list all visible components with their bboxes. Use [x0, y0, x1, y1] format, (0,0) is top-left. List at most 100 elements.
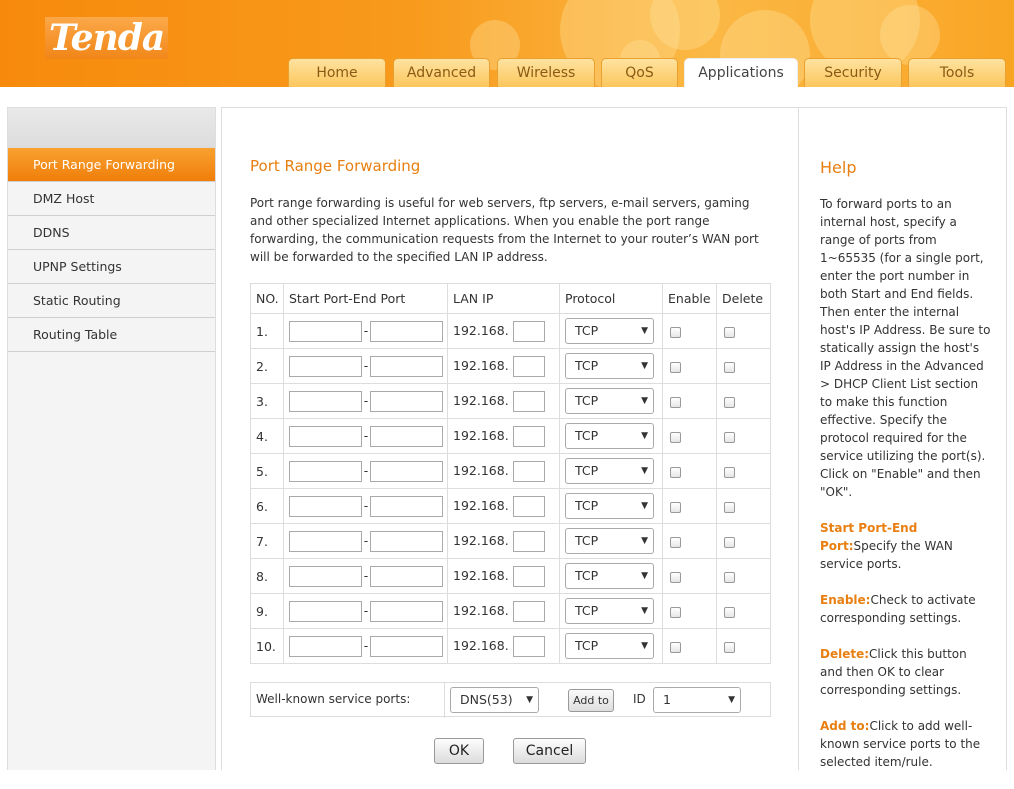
port-range-cell: -: [283, 313, 448, 349]
delete-checkbox[interactable]: [724, 641, 735, 653]
lan-ip-input[interactable]: [512, 635, 545, 657]
end-port-input[interactable]: [370, 530, 443, 552]
header-delete: Delete: [716, 283, 771, 314]
protocol-cell: TCP ▼: [559, 453, 663, 489]
lan-ip-input[interactable]: [512, 390, 545, 412]
id-select[interactable]: 1 ▼: [653, 687, 741, 713]
delete-checkbox[interactable]: [724, 361, 735, 373]
enable-checkbox[interactable]: [670, 431, 681, 443]
protocol-select[interactable]: TCP ▼: [565, 493, 654, 519]
lan-ip-cell: 192.168.: [447, 453, 560, 489]
lan-ip-input[interactable]: [512, 355, 545, 377]
cancel-button[interactable]: Cancel: [513, 738, 586, 764]
dropdown-arrow-icon: ▼: [641, 431, 648, 441]
end-port-input[interactable]: [370, 355, 443, 377]
ok-button[interactable]: OK: [434, 738, 484, 764]
lan-ip-input[interactable]: [512, 600, 545, 622]
enable-cell: [662, 523, 717, 559]
lan-ip-cell: 192.168.: [447, 348, 560, 384]
end-port-input[interactable]: [370, 635, 443, 657]
lan-ip-input[interactable]: [512, 530, 545, 552]
add-to-button[interactable]: Add to: [568, 689, 614, 712]
service-port-select[interactable]: DNS(53) ▼: [450, 687, 539, 713]
dropdown-arrow-icon: ▼: [641, 361, 648, 371]
protocol-value: TCP: [575, 638, 599, 653]
dropdown-arrow-icon: ▼: [728, 695, 735, 705]
enable-cell: [662, 348, 717, 384]
start-port-input[interactable]: [289, 390, 362, 412]
end-port-input[interactable]: [370, 600, 443, 622]
start-port-input[interactable]: [289, 635, 362, 657]
protocol-select[interactable]: TCP ▼: [565, 563, 654, 589]
protocol-select[interactable]: TCP ▼: [565, 633, 654, 659]
tab-home[interactable]: Home: [288, 58, 386, 87]
tab-qos[interactable]: QoS: [601, 58, 678, 87]
end-port-input[interactable]: [370, 320, 443, 342]
protocol-value: TCP: [575, 498, 599, 513]
sidebar-item-ddns[interactable]: DDNS: [8, 216, 215, 250]
port-dash: -: [363, 357, 369, 373]
tab-tools[interactable]: Tools: [908, 58, 1006, 87]
protocol-select[interactable]: TCP ▼: [565, 388, 654, 414]
end-port-input[interactable]: [370, 390, 443, 412]
start-port-input[interactable]: [289, 600, 362, 622]
end-port-input[interactable]: [370, 565, 443, 587]
start-port-input[interactable]: [289, 495, 362, 517]
lan-ip-input[interactable]: [512, 425, 545, 447]
tab-wireless[interactable]: Wireless: [497, 58, 595, 87]
protocol-select[interactable]: TCP ▼: [565, 528, 654, 554]
delete-checkbox[interactable]: [724, 396, 735, 408]
delete-checkbox[interactable]: [724, 431, 735, 443]
sidebar-item-dmz-host[interactable]: DMZ Host: [8, 182, 215, 216]
delete-checkbox[interactable]: [724, 501, 735, 513]
protocol-select[interactable]: TCP ▼: [565, 598, 654, 624]
port-dash: -: [363, 462, 369, 478]
protocol-select[interactable]: TCP ▼: [565, 318, 654, 344]
start-port-input[interactable]: [289, 565, 362, 587]
start-port-input[interactable]: [289, 530, 362, 552]
protocol-select[interactable]: TCP ▼: [565, 353, 654, 379]
sidebar-item-port-range-forwarding[interactable]: Port Range Forwarding: [8, 148, 215, 182]
sidebar-item-routing-table[interactable]: Routing Table: [8, 318, 215, 352]
lan-ip-prefix: 192.168.: [453, 427, 509, 443]
delete-checkbox[interactable]: [724, 606, 735, 618]
start-port-input[interactable]: [289, 355, 362, 377]
port-dash: -: [363, 322, 369, 338]
delete-checkbox[interactable]: [724, 571, 735, 583]
enable-checkbox[interactable]: [670, 361, 681, 373]
table-header-row: NO. Start Port-End Port LAN IP Protocol …: [250, 283, 771, 314]
enable-checkbox[interactable]: [670, 396, 681, 408]
end-port-input[interactable]: [370, 425, 443, 447]
enable-checkbox[interactable]: [670, 501, 681, 513]
delete-checkbox[interactable]: [724, 466, 735, 478]
start-port-input[interactable]: [289, 425, 362, 447]
protocol-select[interactable]: TCP ▼: [565, 423, 654, 449]
lan-ip-input[interactable]: [512, 565, 545, 587]
port-dash: -: [363, 567, 369, 583]
start-port-input[interactable]: [289, 320, 362, 342]
tab-advanced[interactable]: Advanced: [393, 58, 490, 87]
enable-checkbox[interactable]: [670, 641, 681, 653]
lan-ip-input[interactable]: [512, 320, 545, 342]
lan-ip-input[interactable]: [512, 460, 545, 482]
end-port-input[interactable]: [370, 495, 443, 517]
row-number: 7.: [250, 523, 284, 559]
enable-checkbox[interactable]: [670, 466, 681, 478]
enable-checkbox[interactable]: [670, 326, 681, 338]
table-row: 5. - 192.168. TCP ▼: [250, 453, 771, 489]
enable-checkbox[interactable]: [670, 571, 681, 583]
end-port-input[interactable]: [370, 460, 443, 482]
lan-ip-input[interactable]: [512, 495, 545, 517]
sidebar-item-static-routing[interactable]: Static Routing: [8, 284, 215, 318]
tab-applications[interactable]: Applications: [684, 58, 798, 87]
start-port-input[interactable]: [289, 460, 362, 482]
sidebar-item-upnp-settings[interactable]: UPNP Settings: [8, 250, 215, 284]
tab-security[interactable]: Security: [804, 58, 902, 87]
delete-checkbox[interactable]: [724, 326, 735, 338]
enable-checkbox[interactable]: [670, 536, 681, 548]
delete-cell: [716, 348, 771, 384]
port-range-cell: -: [283, 348, 448, 384]
delete-checkbox[interactable]: [724, 536, 735, 548]
protocol-select[interactable]: TCP ▼: [565, 458, 654, 484]
enable-checkbox[interactable]: [670, 606, 681, 618]
